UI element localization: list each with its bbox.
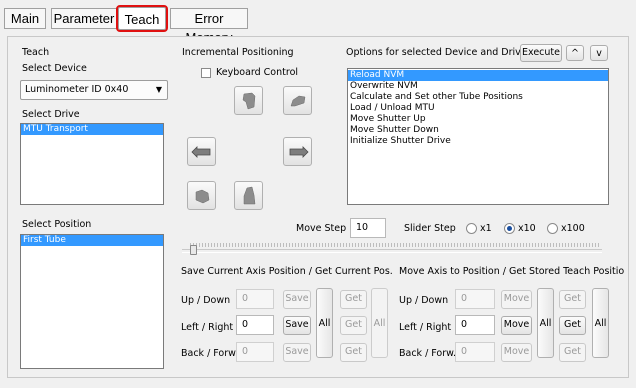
incremental-positioning-title: Incremental Positioning: [182, 47, 294, 58]
radio-x1[interactable]: [466, 223, 477, 234]
execute-button[interactable]: Execute: [520, 44, 562, 62]
save-back-forw-field[interactable]: 0: [236, 342, 274, 362]
chevron-down-icon: ▼: [155, 85, 162, 94]
save-back-forw-button[interactable]: Save: [283, 343, 311, 362]
save-up-down-label: Up / Down: [181, 295, 231, 306]
slider-ticks: [190, 243, 600, 247]
arrow-right-icon: [289, 145, 309, 158]
move-left-right-button[interactable]: Move: [501, 316, 532, 335]
cube-down-icon: [243, 186, 255, 204]
jog-right-button[interactable]: [283, 137, 312, 166]
arrow-left-icon: [190, 145, 210, 158]
save-left-right-button[interactable]: Save: [283, 316, 311, 335]
jog-left-button[interactable]: [187, 137, 216, 166]
move-all-button[interactable]: All: [537, 288, 554, 358]
move-all-label: All: [539, 317, 552, 329]
save-all-label: All: [318, 317, 331, 329]
get-stored-left-right-button[interactable]: Get: [559, 316, 586, 335]
move-section-title: Move Axis to Position / Get Stored Teach…: [399, 266, 625, 277]
get-all-stored-button[interactable]: All: [592, 288, 609, 358]
list-item[interactable]: Move Shutter Down: [348, 125, 608, 136]
jog-forward-button[interactable]: [187, 181, 216, 210]
save-back-forw-label: Back / Forw.: [181, 348, 239, 359]
get-up-down-button[interactable]: Get: [340, 290, 367, 309]
drive-list[interactable]: MTU Transport: [20, 123, 164, 205]
cube-forward-icon: [195, 189, 209, 203]
cube-back-icon: [290, 95, 305, 106]
move-option-down-button[interactable]: v: [590, 45, 608, 61]
options-title: Options for selected Device and Drive: [346, 47, 527, 58]
tab-parameter[interactable]: Parameter: [51, 8, 117, 29]
move-up-down-button[interactable]: Move: [501, 290, 532, 309]
list-item[interactable]: Reload NVM: [348, 70, 608, 81]
position-slider[interactable]: [182, 249, 602, 253]
device-select-value: Luminometer ID 0x40: [25, 84, 129, 95]
get-stored-back-forw-button[interactable]: Get: [559, 343, 586, 362]
list-item[interactable]: First Tube: [21, 235, 163, 246]
radio-x1-label: x1: [480, 223, 492, 234]
get-back-forw-button[interactable]: Get: [340, 343, 367, 362]
options-list[interactable]: Reload NVM Overwrite NVM Calculate and S…: [347, 68, 609, 205]
radio-x100[interactable]: [547, 223, 558, 234]
cube-up-icon: [242, 92, 255, 109]
position-list[interactable]: First Tube: [20, 234, 164, 369]
get-all-current-button[interactable]: All: [371, 288, 388, 358]
teach-group-title: Teach: [22, 47, 50, 58]
radio-x100-label: x100: [561, 223, 585, 234]
move-back-forw-label: Back / Forw.: [399, 348, 457, 359]
tab-main[interactable]: Main: [4, 8, 46, 29]
move-up-down-field[interactable]: 0: [455, 289, 495, 309]
slider-thumb[interactable]: [190, 245, 197, 255]
list-item[interactable]: Move Shutter Up: [348, 114, 608, 125]
move-back-forw-button[interactable]: Move: [501, 343, 532, 362]
list-item[interactable]: Overwrite NVM: [348, 81, 608, 92]
list-item[interactable]: Initialize Shutter Drive: [348, 136, 608, 147]
jog-back-button[interactable]: [283, 86, 312, 115]
save-up-down-button[interactable]: Save: [283, 290, 311, 309]
jog-up-button[interactable]: [234, 86, 263, 115]
tab-error-memory[interactable]: Error Memory: [170, 8, 248, 45]
select-device-label: Select Device: [22, 63, 87, 74]
keyboard-control-label: Keyboard Control: [216, 67, 299, 78]
list-item[interactable]: MTU Transport: [21, 124, 163, 135]
slider-step-label: Slider Step: [404, 223, 456, 234]
keyboard-control-checkbox[interactable]: [201, 68, 211, 78]
get-left-right-button[interactable]: Get: [340, 316, 367, 335]
list-item[interactable]: Calculate and Set other Tube Positions: [348, 92, 608, 103]
save-all-button[interactable]: All: [316, 288, 333, 358]
select-drive-label: Select Drive: [22, 109, 80, 120]
radio-x10-label: x10: [518, 223, 536, 234]
save-left-right-label: Left / Right: [181, 322, 234, 333]
move-back-forw-field[interactable]: 0: [455, 342, 495, 362]
move-step-label: Move Step: [296, 223, 347, 234]
save-section-title: Save Current Axis Position / Get Current…: [181, 266, 393, 277]
radio-x10[interactable]: [504, 223, 515, 234]
move-option-up-button[interactable]: ^: [566, 45, 584, 61]
device-select[interactable]: Luminometer ID 0x40 ▼: [20, 80, 168, 100]
move-step-input[interactable]: 10: [350, 218, 386, 238]
move-left-right-label: Left / Right: [399, 322, 452, 333]
get-all-current-label: All: [373, 317, 386, 329]
list-item[interactable]: Load / Unload MTU: [348, 103, 608, 114]
move-up-down-label: Up / Down: [399, 295, 449, 306]
jog-down-button[interactable]: [234, 181, 263, 210]
get-stored-up-down-button[interactable]: Get: [559, 290, 586, 309]
select-position-label: Select Position: [22, 219, 92, 230]
move-left-right-field[interactable]: 0: [455, 315, 495, 335]
tab-teach[interactable]: Teach: [116, 5, 168, 32]
save-up-down-field[interactable]: 0: [236, 289, 274, 309]
get-all-stored-label: All: [594, 317, 607, 329]
save-left-right-field[interactable]: 0: [236, 315, 274, 335]
